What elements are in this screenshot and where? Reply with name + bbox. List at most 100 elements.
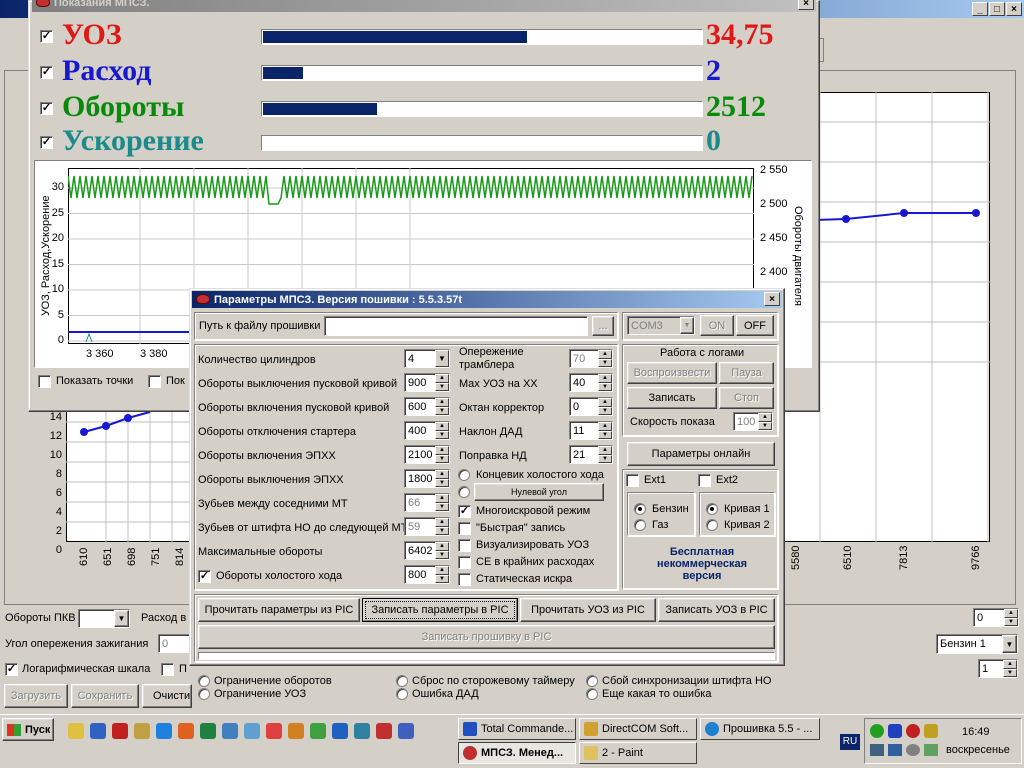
param-spin[interactable]: 400 ▲ ▼ [404,421,450,440]
taskbar-directcom[interactable]: DirectCOM Soft... [579,718,697,740]
on-button[interactable]: ON [700,315,734,336]
params-titlebar[interactable]: Параметры МПСЗ. Версия пошивки : 5.5.3.5… [192,291,782,308]
param-spin[interactable]: 66 ▲ ▼ [404,493,450,512]
mpsz-readings-titlebar[interactable]: Показания МПСЗ. [32,0,816,12]
tray-icon-6[interactable] [888,744,902,756]
tray-icon-1[interactable] [870,724,884,738]
firmware-path-input[interactable] [324,316,588,336]
speed-spin[interactable]: 100 ▲ ▼ [733,412,773,431]
minimize-button[interactable]: _ [972,2,988,16]
static-spark-checkbox[interactable] [458,573,471,586]
ce-extreme-checkbox[interactable] [458,556,471,569]
load-button[interactable]: Загрузить [4,684,68,708]
idle-rpm-checkbox[interactable]: ✓ [198,570,211,583]
tray-icon-2[interactable] [888,724,902,738]
show-other-checkbox[interactable] [148,375,161,388]
quick-launch-icon[interactable] [156,723,172,739]
curve2-radio[interactable] [706,519,718,531]
read-uoz-button[interactable]: Прочитать УОЗ из PIC [520,598,656,622]
background-curve-point[interactable] [842,215,850,223]
quick-launch-icon[interactable] [200,723,216,739]
params-close-button[interactable]: × [764,292,780,306]
close-button[interactable]: × [1006,2,1022,16]
tray-icon-3[interactable] [906,724,920,738]
quick-launch-icon[interactable] [244,723,260,739]
fast-write-checkbox[interactable] [458,522,471,535]
multispark-checkbox[interactable]: ✓ [458,505,471,518]
ext1-checkbox[interactable] [626,474,639,487]
quick-launch-icon[interactable] [266,723,282,739]
read-params-button[interactable]: Прочитать параметры из PIC [198,598,360,622]
background-curve-point[interactable] [102,422,110,430]
start-button[interactable]: Пуск [2,718,54,741]
ignition-angle-field[interactable]: 0 [158,634,192,653]
background-right-spin[interactable]: 0 ▲ ▼ [973,608,1019,627]
quick-launch-icon[interactable] [398,723,414,739]
taskbar-firmware[interactable]: Прошивка 5.5 - ... [700,718,820,740]
quick-launch-icon[interactable] [288,723,304,739]
quick-launch-icon[interactable] [90,723,106,739]
taskbar-paint[interactable]: 2 - Paint [579,742,697,764]
tray-icon-5[interactable] [870,744,884,756]
stop-log-button[interactable]: Стоп [719,387,774,409]
param-spin[interactable]: 40 ▲ ▼ [569,373,613,392]
param-spin[interactable]: 59 ▲ ▼ [404,517,450,536]
background-curve-point[interactable] [80,428,88,436]
maximize-button[interactable]: □ [989,2,1005,16]
off-button[interactable]: OFF [736,315,774,336]
mpsz-close-button[interactable]: × [798,0,814,10]
petrol-radio[interactable] [634,503,646,515]
visualize-uoz-checkbox[interactable] [458,539,471,552]
tray-icon-8[interactable] [924,744,938,756]
quick-launch-icon[interactable] [222,723,238,739]
param-spin[interactable]: 0 ▲ ▼ [569,397,613,416]
quick-launch-icon[interactable] [354,723,370,739]
quick-launch-icon[interactable] [332,723,348,739]
quick-launch-icon[interactable] [178,723,194,739]
param-spin[interactable]: 800 ▲ ▼ [404,565,450,584]
mpsz-row-checkbox[interactable]: ✓ [40,66,53,79]
param-spin[interactable]: 1800 ▲ ▼ [404,469,450,488]
write-params-button[interactable]: Записать параметры в PIC [362,598,518,622]
language-indicator[interactable]: RU [840,734,860,750]
record-log-button[interactable]: Записать [627,387,717,409]
background-checkbox-p[interactable] [161,663,174,676]
fuel-select[interactable]: Бензин 1 ▼ [936,634,1018,654]
taskbar-mpsz-manager[interactable]: МПСЗ. Менед... [458,742,576,764]
pause-log-button[interactable]: Пауза [719,362,774,384]
log-scale-checkbox[interactable]: ✓ [5,663,18,676]
online-params-button[interactable]: Параметры онлайн [627,442,775,466]
show-points-checkbox[interactable] [38,375,51,388]
browse-button[interactable]: ... [592,316,614,336]
write-uoz-button[interactable]: Записать УОЗ в PIC [658,598,775,622]
quick-launch-icon[interactable] [68,723,84,739]
clear-button[interactable]: Очисти [142,684,192,708]
param-spin[interactable]: 6402 ▲ ▼ [404,541,450,560]
save-button[interactable]: Сохранить [71,684,139,708]
background-right-spin-2[interactable]: 1 ▲ ▼ [978,659,1018,678]
param-spin[interactable]: 11 ▲ ▼ [569,421,613,440]
clock-time[interactable]: 16:49 [962,726,990,738]
ext2-checkbox[interactable] [698,474,711,487]
param-spin[interactable]: 21 ▲ ▼ [569,445,613,464]
idle-switch-radio[interactable] [458,469,470,481]
quick-launch-icon[interactable] [310,723,326,739]
background-curve-point[interactable] [900,209,908,217]
quick-launch-icon[interactable] [112,723,128,739]
param-spin[interactable]: 600 ▲ ▼ [404,397,450,416]
rpm-pkv-combo[interactable]: ▼ [78,609,130,628]
zero-angle-button[interactable]: Нулевой угол [474,483,604,501]
background-curve-point[interactable] [972,209,980,217]
com-port-select[interactable]: COM3 ▼ [627,316,695,335]
mpsz-row-checkbox[interactable]: ✓ [40,136,53,149]
gas-radio[interactable] [634,519,646,531]
play-log-button[interactable]: Воспроизвести [627,362,717,384]
mpsz-row-checkbox[interactable]: ✓ [40,102,53,115]
tray-icon-4[interactable] [924,724,938,738]
write-firmware-button[interactable]: Записать прошивку в PIC [198,625,775,649]
background-curve-point[interactable] [124,414,132,422]
param-spin[interactable]: 900 ▲ ▼ [404,373,450,392]
param-spin[interactable]: 2100 ▲ ▼ [404,445,450,464]
param-spin[interactable]: 70 ▲ ▼ [569,349,613,368]
zero-angle-radio[interactable] [458,486,470,498]
